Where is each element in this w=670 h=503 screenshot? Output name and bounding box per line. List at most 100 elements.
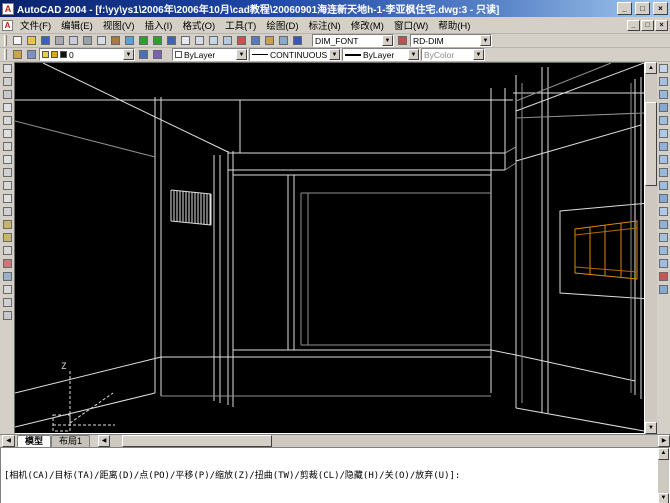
array-button[interactable] [657,114,670,127]
scroll-down-icon[interactable]: ▼ [645,422,657,434]
linetype-combo[interactable]: CONTINUOUS ▼ [249,48,341,61]
doc-close-button[interactable]: × [655,19,668,31]
make-object-layer-current-button[interactable] [136,48,150,61]
restore-button[interactable]: □ [635,2,650,15]
drawing-canvas[interactable]: Z [14,62,645,434]
menu-dimension[interactable]: 标注(N) [304,17,346,33]
horizontal-scroll-track[interactable] [110,435,658,447]
revision-cloud-button[interactable] [0,166,14,179]
dim-style-combo[interactable]: RD-DIM ▼ [410,34,492,47]
wipeout-button[interactable] [0,309,14,322]
menu-help[interactable]: 帮助(H) [433,17,475,33]
toolbar-grip[interactable] [4,49,7,60]
lineweight-combo[interactable]: ByLayer ▼ [342,48,420,61]
tab-model[interactable]: 模型 [17,435,52,447]
new-file-button[interactable] [10,34,24,47]
insert-hyperlink-button[interactable] [164,34,178,47]
scale-button[interactable] [657,153,670,166]
doc-restore-button[interactable]: □ [641,19,654,31]
stretch-button[interactable] [657,166,670,179]
menu-view[interactable]: 视图(V) [98,17,140,33]
text-style-combo[interactable]: DIM_FONT ▼ [312,34,394,47]
minimize-button[interactable]: _ [617,2,632,15]
copy-button[interactable] [94,34,108,47]
scroll-down-icon[interactable]: ▼ [658,493,669,503]
layer-properties-button[interactable] [10,48,24,61]
open-file-button[interactable] [24,34,38,47]
save-button[interactable] [38,34,52,47]
close-button[interactable]: × [653,2,668,15]
redraw-button[interactable] [234,34,248,47]
command-scrollbar[interactable]: ▲ ▼ [658,448,669,503]
vertical-scroll-thumb[interactable] [645,102,657,186]
break-button[interactable] [657,231,670,244]
print-preview-button[interactable] [66,34,80,47]
break-at-point-button[interactable] [657,218,670,231]
ellipse-button[interactable] [0,192,14,205]
print-button[interactable] [52,34,66,47]
tool-palettes-button[interactable] [276,34,290,47]
mirror-button[interactable] [657,88,670,101]
toolbar-grip[interactable] [4,35,7,46]
chevron-down-icon[interactable]: ▼ [408,49,419,60]
chevron-down-icon[interactable]: ▼ [236,49,247,60]
cut-button[interactable] [80,34,94,47]
explode-button[interactable] [657,270,670,283]
polyline-button[interactable] [0,101,14,114]
extend-button[interactable] [657,205,670,218]
redo-button[interactable] [150,34,164,47]
multiline-button[interactable] [0,88,14,101]
scroll-up-icon[interactable]: ▲ [658,448,669,460]
help-button[interactable] [290,34,304,47]
zoom-previous-button[interactable] [220,34,234,47]
dim-style-manager-button[interactable] [395,34,409,47]
offset-button[interactable] [657,101,670,114]
command-window[interactable]: [相机(CA)/目标(TA)/距离(D)/点(PO)/平移(P)/缩放(Z)/扭… [0,447,670,503]
scroll-up-icon[interactable]: ▲ [645,62,657,74]
design-center-button[interactable] [262,34,276,47]
move-button[interactable] [657,127,670,140]
scroll-left-icon[interactable]: ◀ [98,435,111,447]
menu-format[interactable]: 格式(O) [177,17,220,33]
donut-button[interactable] [0,296,14,309]
menu-tools[interactable]: 工具(T) [220,17,261,33]
erase-button[interactable] [657,62,670,75]
vertical-scroll-track[interactable] [645,74,657,422]
copy-object-button[interactable] [657,75,670,88]
menu-edit[interactable]: 编辑(E) [56,17,98,33]
zoom-window-button[interactable] [206,34,220,47]
undo-button[interactable] [136,34,150,47]
color-combo[interactable]: ByLayer ▼ [172,48,248,61]
properties-palette-button[interactable] [248,34,262,47]
zoom-realtime-button[interactable] [192,34,206,47]
chevron-down-icon[interactable]: ▼ [329,49,340,60]
layer-previous-button[interactable] [150,48,164,61]
make-block-button[interactable] [0,231,14,244]
fillet-button[interactable] [657,257,670,270]
trim-button[interactable] [657,192,670,205]
tab-scroll-left-icon[interactable]: ◀ [2,435,15,447]
lengthen-button[interactable] [657,179,670,192]
multiline-text-button[interactable] [0,283,14,296]
rotate-button[interactable] [657,140,670,153]
construction-line-button[interactable] [0,75,14,88]
tab-layout1[interactable]: 布局1 [51,435,91,447]
paste-button[interactable] [108,34,122,47]
line-button[interactable] [0,62,14,75]
chamfer-button[interactable] [657,244,670,257]
menu-window[interactable]: 窗口(W) [389,17,433,33]
horizontal-scrollbar[interactable]: ◀ ▶ [98,435,670,447]
layer-combo[interactable]: 0 ▼ [39,48,135,61]
vertical-scrollbar[interactable]: ▲ ▼ [645,62,657,434]
menu-draw[interactable]: 绘图(D) [261,17,303,33]
menu-insert[interactable]: 插入(I) [139,17,177,33]
menu-modify[interactable]: 修改(M) [346,17,389,33]
chevron-down-icon[interactable]: ▼ [123,49,134,60]
hatch-button[interactable] [0,257,14,270]
horizontal-scroll-thumb[interactable] [122,435,273,447]
arc-button[interactable] [0,140,14,153]
region-button[interactable] [0,270,14,283]
layer-filter-button[interactable] [24,48,38,61]
menu-file[interactable]: 文件(F) [15,17,56,33]
doc-minimize-button[interactable]: _ [627,19,640,31]
